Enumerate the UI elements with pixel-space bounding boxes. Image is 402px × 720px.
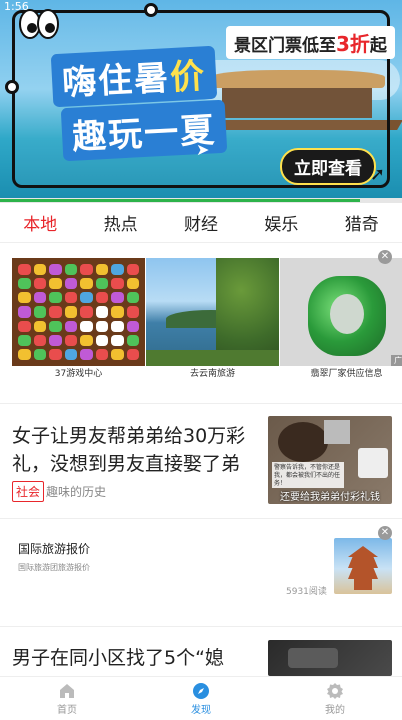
ad-tile-lake[interactable]	[146, 258, 279, 366]
promo-banner[interactable]: 景区门票低至3折起 嗨住暑价 趣玩一夏 ➤ 立即查看 ➚	[0, 0, 402, 198]
headline-highlight: 价	[169, 56, 208, 99]
banner-notch-top	[144, 3, 158, 17]
ad-read-count: 5931阅读	[286, 587, 327, 597]
news-thumbnail[interactable]: 警察告诉我，不管你还是我，都会被我们不出的任务！ 还要给我弟弟付彩礼钱	[268, 416, 392, 504]
news-source: 趣味的历史	[46, 485, 107, 499]
divider	[0, 403, 402, 404]
promo-suffix: 起	[369, 36, 387, 56]
thumb-keyboard	[288, 648, 338, 668]
ad-label: 广告	[391, 355, 402, 366]
thumb-chat-text: 警察告诉我，不管你还是我，都会被我们不出的任务！	[272, 462, 344, 488]
thumb-sticker	[358, 448, 388, 478]
cursor-icon: ➚	[370, 164, 386, 185]
thumb-blur	[324, 420, 350, 444]
news-tag: 社会	[12, 481, 45, 502]
compass-icon	[193, 683, 209, 699]
divider	[0, 626, 402, 627]
banner-promo-text: 景区门票低至3折起	[226, 26, 395, 59]
close-icon[interactable]: ✕	[378, 526, 392, 540]
headline-part1: 嗨住暑	[61, 58, 172, 104]
divider	[0, 518, 402, 519]
banner-notch-left	[5, 80, 19, 94]
ad-thumbnail[interactable]	[334, 538, 392, 594]
tabs-progress-fill	[0, 199, 360, 202]
news-title[interactable]: 男子在同小区找了5个“媳妇”，其中两人还一起迎娃	[12, 644, 252, 676]
ad-subtitle: 国际旅游团旅游报价	[18, 563, 90, 572]
tab-finance[interactable]: 财经	[180, 204, 222, 241]
game-grid	[12, 258, 145, 366]
thumb-caption: 还要给我弟弟付彩礼钱	[280, 492, 380, 503]
status-time: 1:56	[4, 0, 29, 13]
bottom-nav: 首页 发现 我的	[0, 676, 402, 720]
promo-prefix: 景区门票低至	[234, 36, 336, 56]
ad-tile-game[interactable]	[12, 258, 145, 366]
tab-hot[interactable]: 热点	[100, 204, 142, 241]
close-icon[interactable]: ✕	[378, 250, 392, 264]
banner-cta-button[interactable]: 立即查看	[280, 148, 376, 185]
pagoda	[348, 546, 378, 590]
ad-gallery: 37游戏中心 去云南旅游 广告 翡翠厂家供应信息 ✕	[12, 250, 402, 379]
tab-local[interactable]: 本地	[19, 204, 61, 241]
nav-home[interactable]: 首页	[27, 681, 107, 716]
thumb-person	[278, 422, 328, 462]
paper-plane-icon: ➤	[196, 140, 210, 159]
ad-tile-jade[interactable]: 广告	[280, 258, 402, 366]
ad-caption-jade: 翡翠厂家供应信息	[310, 369, 383, 379]
nav-discover-label: 发现	[191, 705, 211, 716]
news-thumbnail[interactable]	[268, 640, 392, 676]
nav-mine-label: 我的	[325, 705, 345, 716]
lake-foreground	[146, 350, 279, 366]
category-tabs: 本地 热点 财经 娱乐 猎奇	[0, 203, 402, 243]
nav-home-label: 首页	[57, 705, 77, 716]
home-icon	[60, 684, 74, 698]
banner-headline-line1: 嗨住暑价	[50, 45, 218, 108]
tab-entertainment[interactable]: 娱乐	[260, 204, 302, 241]
news-title[interactable]: 女子让男友帮弟弟给30万彩礼，没想到男友直接娶了弟	[12, 422, 248, 478]
gear-icon	[327, 683, 343, 699]
tab-curiosity[interactable]: 猎奇	[341, 204, 383, 241]
promo-accent: 3折	[336, 32, 370, 56]
nav-mine[interactable]: 我的	[295, 681, 375, 716]
jade-ring-hole	[330, 294, 364, 334]
ad-caption-game: 37游戏中心	[54, 369, 103, 379]
ad-caption-lake: 去云南旅游	[189, 369, 235, 379]
ad-title[interactable]: 国际旅游报价	[18, 540, 90, 557]
nav-discover[interactable]: 发现	[161, 681, 241, 716]
